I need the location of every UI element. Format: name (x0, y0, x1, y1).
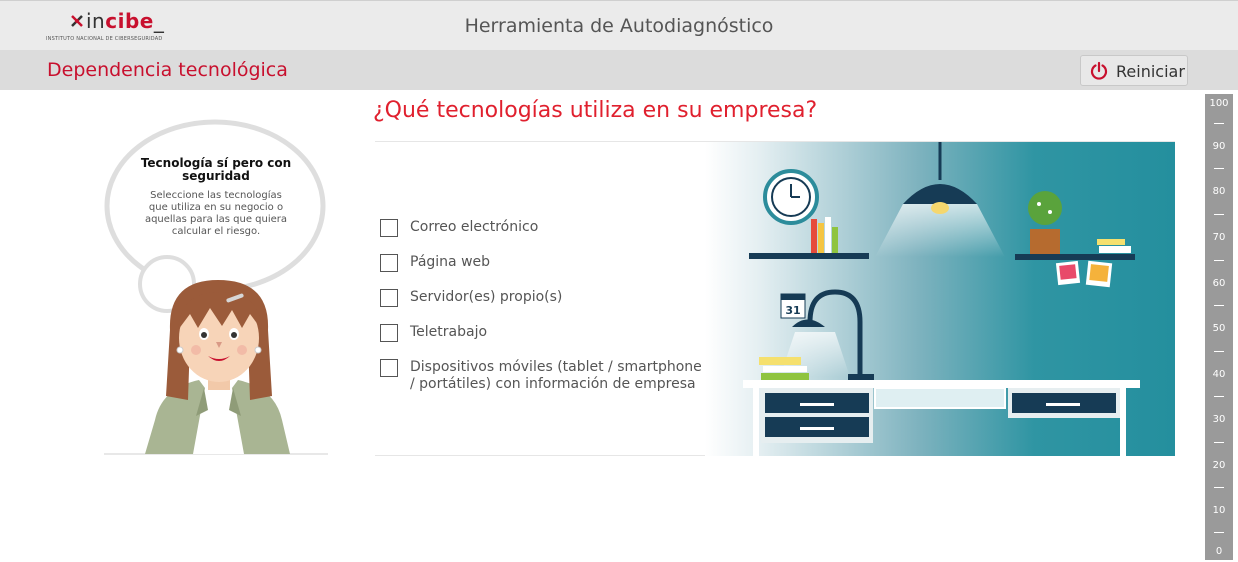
scale-label: 40 (1212, 369, 1226, 380)
scale-label: 20 (1212, 460, 1226, 471)
scale-tick (1214, 396, 1224, 397)
scale-label: 90 (1212, 141, 1226, 152)
scale-tick (1214, 123, 1224, 124)
scale-tick (1214, 487, 1224, 488)
checkbox[interactable] (380, 254, 398, 272)
scale-label: 10 (1212, 505, 1226, 516)
clock-icon (763, 169, 819, 225)
power-icon (1090, 61, 1108, 80)
option-label: Página web (410, 254, 491, 270)
scale-label: 70 (1212, 232, 1226, 243)
scale-tick (1214, 305, 1224, 306)
section-bar: Dependencia tecnológica Reiniciar (0, 50, 1238, 90)
calendar-icon: 31 (780, 293, 806, 319)
office-illustration: 31 (705, 142, 1175, 456)
scale-tick (1214, 260, 1224, 261)
checkbox[interactable] (380, 359, 398, 377)
scale-tick (1214, 168, 1224, 169)
option-label: Servidor(es) propio(s) (410, 289, 563, 305)
scale-tick (1214, 214, 1224, 215)
bubble-text: Seleccione las tecnologías que utiliza e… (144, 190, 288, 237)
option-label: Dispositivos móviles (tablet / smartphon… (410, 359, 702, 392)
top-bar: incibe_ INSTITUTO NACIONAL DE CIBERSEGUR… (0, 0, 1238, 50)
option-label: Correo electrónico (410, 219, 539, 235)
checkbox[interactable] (380, 289, 398, 307)
app-title: Herramienta de Autodiagnóstico (464, 15, 774, 37)
scale-label: 80 (1212, 186, 1226, 197)
calendar-day: 31 (785, 304, 800, 317)
scale-tick (1214, 532, 1224, 533)
scale-label: 50 (1212, 323, 1226, 334)
assistant-girl-illustration (104, 280, 328, 455)
risk-scale: 100 90 80 70 60 50 40 30 20 10 0 (1205, 94, 1233, 560)
question-title: ¿Qué tecnologías utiliza en su empresa? (373, 98, 818, 123)
scale-tick (1214, 351, 1224, 352)
scale-tick (1214, 442, 1224, 443)
option-label: Teletrabajo (410, 324, 488, 340)
reset-button[interactable]: Reiniciar (1080, 55, 1188, 86)
reset-label: Reiniciar (1116, 62, 1185, 81)
scale-label: 0 (1215, 546, 1223, 557)
checkbox[interactable] (380, 219, 398, 237)
scale-label: 60 (1212, 278, 1226, 289)
scale-label: 100 (1209, 98, 1229, 109)
section-title: Dependencia tecnológica (47, 59, 288, 81)
bubble-title: Tecnología sí pero con seguridad (140, 156, 292, 183)
checkbox[interactable] (380, 324, 398, 342)
scale-label: 30 (1212, 414, 1226, 425)
